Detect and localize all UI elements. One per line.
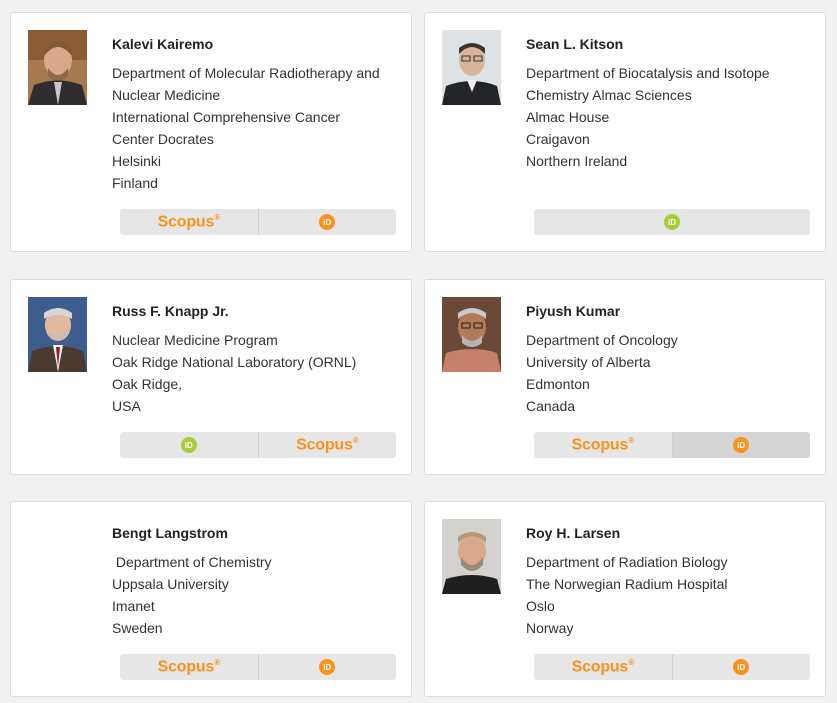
researcherid-icon: iD — [319, 214, 336, 230]
profile-photo — [28, 297, 87, 372]
affiliation-line: Department of Chemistry — [112, 554, 272, 570]
affiliation-line: Northern Ireland — [526, 153, 628, 169]
affiliation: Department of Molecular Radiotherapy and… — [112, 62, 407, 194]
affiliation-line: Nuclear Medicine — [112, 87, 221, 103]
affiliation-line: Department of Molecular Radiotherapy and — [112, 65, 380, 81]
affiliation: Department of Oncology University of Alb… — [526, 329, 821, 417]
orcid-icon: iD — [180, 437, 197, 453]
affiliation-line: Oak Ridge National Laboratory (ORNL) — [112, 354, 357, 370]
orcid-icon: iD — [664, 214, 680, 230]
profile-photo — [28, 30, 87, 105]
orcid-link[interactable]: iD — [534, 209, 810, 235]
researcherid-icon: iD — [319, 659, 336, 675]
researcher-name: Roy H. Larsen — [526, 525, 621, 541]
scopus-logo: Scopus® — [157, 212, 220, 231]
researcherid-link[interactable]: iD — [671, 654, 811, 680]
affiliation: Department of Radiation Biology The Norw… — [526, 551, 821, 639]
affiliation-line: Department of Oncology — [526, 332, 678, 348]
researcher-card: Russ F. Knapp Jr. Nuclear Medicine Progr… — [10, 279, 412, 475]
affiliation-line: Chemistry Almac Sciences — [526, 87, 692, 103]
profile-links: Scopus® iD — [534, 432, 810, 458]
researcher-card: Roy H. Larsen Department of Radiation Bi… — [424, 501, 826, 697]
profile-photo — [442, 30, 501, 105]
affiliation-line: Helsinki — [112, 153, 162, 169]
profile-photo — [442, 519, 501, 594]
affiliation-line: Edmonton — [526, 376, 590, 392]
affiliation-line: University of Alberta — [526, 354, 651, 370]
researcher-name: Piyush Kumar — [526, 303, 621, 319]
researcher-name: Kalevi Kairemo — [112, 36, 214, 52]
researcher-card: Piyush Kumar Department of Oncology Univ… — [424, 279, 826, 475]
affiliation-line: USA — [112, 398, 141, 414]
affiliation-line: Oslo — [526, 598, 555, 614]
scopus-link[interactable]: Scopus® — [120, 654, 258, 680]
affiliation-line: The Norwegian Radium Hospital — [526, 576, 728, 592]
affiliation: Nuclear Medicine Program Oak Ridge Natio… — [112, 329, 407, 417]
researcherid-link[interactable]: iD — [671, 432, 810, 458]
researcher-card: Kalevi Kairemo Department of Molecular R… — [10, 12, 412, 252]
affiliation-line: Department of Biocatalysis and Isotope — [526, 65, 770, 81]
affiliation-line: Uppsala University — [112, 576, 229, 592]
researcher-name: Sean L. Kitson — [526, 36, 624, 52]
profile-links: iD — [534, 209, 810, 235]
researcherid-icon: iD — [733, 437, 750, 453]
affiliation-line: Almac House — [526, 109, 610, 125]
affiliation-line: Norway — [526, 620, 574, 636]
researcherid-link[interactable]: iD — [257, 209, 397, 235]
scopus-link[interactable]: Scopus® — [120, 209, 258, 235]
affiliation-line: Sweden — [112, 620, 163, 636]
orcid-link[interactable]: iD — [120, 432, 258, 458]
scopus-link[interactable]: Scopus® — [534, 432, 672, 458]
scopus-logo: Scopus® — [296, 435, 359, 454]
profile-links: Scopus® iD — [120, 209, 396, 235]
affiliation-line: Canada — [526, 398, 576, 414]
affiliation-line: Finland — [112, 175, 158, 191]
affiliation-line: Center Docrates — [112, 131, 214, 147]
affiliation-line: Craigavon — [526, 131, 590, 147]
scopus-logo: Scopus® — [571, 435, 634, 454]
scopus-logo: Scopus® — [157, 657, 220, 676]
affiliation-line: Department of Radiation Biology — [526, 554, 728, 570]
affiliation-line: International Comprehensive Cancer — [112, 109, 341, 125]
affiliation: Department of Chemistry Uppsala Universi… — [112, 551, 407, 639]
profile-links: iD Scopus® — [120, 432, 396, 458]
profile-links: Scopus® iD — [534, 654, 810, 680]
researcher-name: Russ F. Knapp Jr. — [112, 303, 229, 319]
researcher-name: Bengt Langstrom — [112, 525, 228, 541]
scopus-link[interactable]: Scopus® — [534, 654, 672, 680]
profile-links: Scopus® iD — [120, 654, 396, 680]
researcher-card: Bengt Langstrom Department of Chemistry … — [10, 501, 412, 697]
scopus-logo: Scopus® — [571, 657, 634, 676]
affiliation-line: Nuclear Medicine Program — [112, 332, 278, 348]
affiliation: Department of Biocatalysis and Isotope C… — [526, 62, 821, 172]
affiliation-line: Oak Ridge, — [112, 376, 183, 392]
researcher-card: Sean L. Kitson Department of Biocatalysi… — [424, 12, 826, 252]
profile-photo — [442, 297, 501, 372]
researcherid-icon: iD — [733, 659, 750, 675]
scopus-link[interactable]: Scopus® — [257, 432, 397, 458]
researcherid-link[interactable]: iD — [257, 654, 397, 680]
affiliation-line: Imanet — [112, 598, 155, 614]
